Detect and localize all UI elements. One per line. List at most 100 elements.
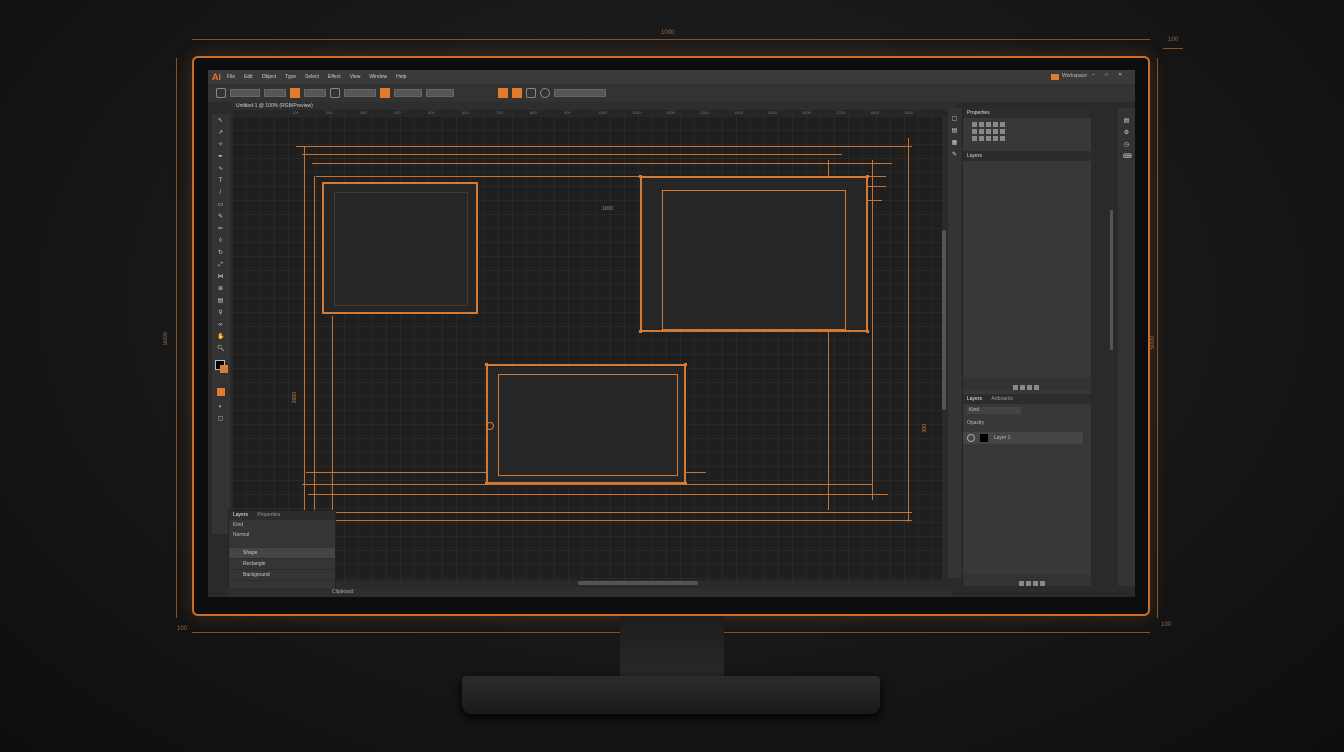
layer-row[interactable]: Layer 1: [963, 432, 1083, 444]
align-icon[interactable]: [972, 122, 977, 127]
distribute-icon[interactable]: [986, 129, 991, 134]
tab-properties-bottom[interactable]: Properties: [257, 512, 280, 518]
menu-edit[interactable]: Edit: [244, 74, 253, 80]
shape-builder-tool-icon[interactable]: ⊕: [217, 286, 224, 292]
brush-tool-icon[interactable]: ✎: [217, 214, 224, 220]
properties-panel-icon[interactable]: ▢: [951, 116, 958, 122]
frame-bottom-center[interactable]: [486, 364, 686, 484]
mask-icon[interactable]: [1027, 385, 1032, 390]
transform-icon[interactable]: [993, 136, 998, 141]
artboard-canvas[interactable]: 1000 300 2000 2000: [232, 116, 942, 597]
minimize-icon[interactable]: –: [1092, 72, 1095, 78]
line-tool-icon[interactable]: /: [217, 190, 224, 196]
rotate-tool-icon[interactable]: ↻: [217, 250, 224, 256]
tab-layers-bottom[interactable]: Layers: [233, 512, 248, 518]
list-item[interactable]: Rectangle: [229, 559, 335, 570]
opacity-field[interactable]: [344, 89, 376, 97]
layer-name[interactable]: Layer 1: [994, 435, 1011, 441]
arrange-icon[interactable]: [526, 88, 536, 98]
draw-mode-icon[interactable]: ◐: [217, 404, 224, 410]
type-tool-icon[interactable]: T: [217, 178, 224, 184]
canvas-horizontal-scrollbar[interactable]: [578, 581, 698, 585]
x-field[interactable]: [394, 89, 422, 97]
transform-icon[interactable]: [972, 136, 977, 141]
new-layer-icon[interactable]: [1013, 385, 1018, 390]
panel-scrollbar[interactable]: [1110, 210, 1113, 350]
clock-icon[interactable]: ◷: [1123, 142, 1130, 148]
anchor-point[interactable]: [639, 175, 642, 178]
gradient-tool-icon[interactable]: ▤: [217, 298, 224, 304]
scale-tool-icon[interactable]: ⤢: [217, 262, 224, 268]
color-mode-icon[interactable]: [217, 388, 225, 396]
menu-view[interactable]: View: [350, 74, 361, 80]
kind-filter[interactable]: Kind: [967, 407, 1021, 414]
libraries-panel-icon[interactable]: ▤: [951, 128, 958, 134]
menu-file[interactable]: File: [227, 74, 235, 80]
home-icon[interactable]: [216, 88, 226, 98]
kind-filter-bottom[interactable]: Kind: [229, 520, 335, 530]
menu-effect[interactable]: Effect: [328, 74, 341, 80]
screen-mode-icon[interactable]: ▢: [217, 416, 224, 422]
align-icon[interactable]: [986, 122, 991, 127]
stroke-color-icon[interactable]: [220, 365, 228, 373]
transform-icon[interactable]: [1000, 136, 1005, 141]
pen-tool-icon[interactable]: ✒: [217, 154, 224, 160]
menu-object[interactable]: Object: [262, 74, 276, 80]
anchor-point[interactable]: [684, 482, 687, 485]
selection-tool-icon[interactable]: ↖: [217, 118, 224, 124]
menu-help[interactable]: Help: [396, 74, 406, 80]
workspace-label[interactable]: Workspace: [1062, 73, 1087, 79]
frame-top-left[interactable]: [322, 182, 478, 314]
recolor-icon[interactable]: [540, 88, 550, 98]
canvas-vertical-scrollbar[interactable]: [942, 230, 946, 410]
anchor-point[interactable]: [639, 330, 642, 333]
tab-layers[interactable]: Layers: [967, 396, 982, 402]
transform-icon[interactable]: [979, 136, 984, 141]
align-icon[interactable]: [979, 122, 984, 127]
link-icon[interactable]: [1019, 581, 1024, 586]
history-icon[interactable]: ▤: [1123, 118, 1130, 124]
menu-type[interactable]: Type: [285, 74, 296, 80]
transform-icon[interactable]: [330, 88, 340, 98]
distribute-icon[interactable]: [979, 129, 984, 134]
width-tool-icon[interactable]: ⋈: [217, 274, 224, 280]
stroke-field[interactable]: [264, 89, 286, 97]
fx-icon[interactable]: [1026, 581, 1031, 586]
eyedropper-tool-icon[interactable]: ⚲: [217, 310, 224, 316]
anchor-point[interactable]: [485, 363, 488, 366]
distribute-icon[interactable]: [993, 129, 998, 134]
eye-icon[interactable]: [967, 433, 975, 442]
anchor-point[interactable]: [485, 482, 488, 485]
anchor-point[interactable]: [866, 330, 869, 333]
blend-mode[interactable]: Normal: [229, 530, 335, 540]
width-field[interactable]: [304, 89, 326, 97]
list-item[interactable]: Background: [229, 570, 335, 581]
rotation-pivot-icon[interactable]: [486, 422, 494, 430]
fill-swatch[interactable]: [290, 88, 300, 98]
workspace-icon[interactable]: [1051, 74, 1059, 80]
info-icon[interactable]: ⚙: [1123, 130, 1130, 136]
menu-window[interactable]: Window: [369, 74, 387, 80]
menu-select[interactable]: Select: [305, 74, 319, 80]
magic-wand-tool-icon[interactable]: ✧: [217, 142, 224, 148]
style-field[interactable]: [554, 89, 606, 97]
maximize-icon[interactable]: □: [1105, 72, 1108, 78]
direct-select-tool-icon[interactable]: ↗: [217, 130, 224, 136]
curvature-tool-icon[interactable]: ∿: [217, 166, 224, 172]
delete-icon[interactable]: [1034, 385, 1039, 390]
brushes-panel-icon[interactable]: ✎: [951, 152, 958, 158]
brush-swatch[interactable]: [512, 88, 522, 98]
list-item[interactable]: Shape: [229, 548, 335, 559]
tab-artboards[interactable]: Artboards: [991, 396, 1013, 402]
pencil-tool-icon[interactable]: ✏: [217, 226, 224, 232]
document-tab[interactable]: Untitled-1 @ 100% (RGB/Preview): [232, 102, 956, 110]
align-icon[interactable]: [993, 122, 998, 127]
anchor-point[interactable]: [866, 175, 869, 178]
swatches-panel-icon[interactable]: ▦: [951, 140, 958, 146]
frame-top-right[interactable]: [640, 176, 868, 332]
distribute-icon[interactable]: [1000, 129, 1005, 134]
character-icon[interactable]: ⌨: [1123, 154, 1132, 160]
y-field[interactable]: [426, 89, 454, 97]
anchor-point[interactable]: [684, 363, 687, 366]
hand-tool-icon[interactable]: ✋: [217, 334, 224, 340]
